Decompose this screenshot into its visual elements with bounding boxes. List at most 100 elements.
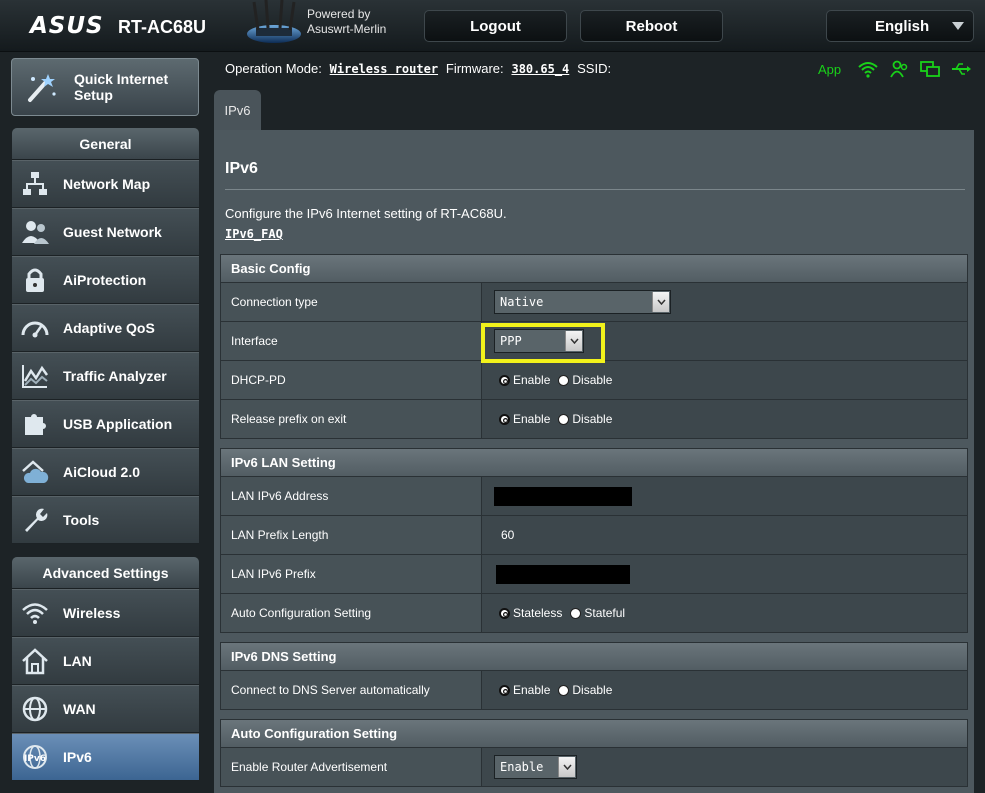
row-auto-configuration: Auto Configuration Setting Stateless Sta… (221, 593, 967, 632)
row-value (482, 477, 967, 515)
dns-auto-enable-radio[interactable]: Enable (499, 683, 550, 697)
radio-dot (558, 684, 570, 696)
connection-type-select[interactable]: Native (494, 290, 671, 314)
wifi-icon (22, 603, 48, 624)
select-value: Native (500, 295, 544, 309)
row-value: Enable (482, 748, 967, 786)
row-label: Interface (221, 322, 482, 360)
section-header: Basic Config (221, 255, 967, 282)
page-description: Configure the IPv6 Internet setting of R… (225, 206, 507, 221)
row-label: DHCP-PD (221, 361, 482, 399)
app-link[interactable]: App (818, 62, 841, 77)
radio-label: Enable (513, 373, 551, 387)
row-label: Enable Router Advertisement (221, 748, 482, 786)
section-auto-configuration-setting: Auto Configuration Setting Enable Router… (220, 719, 968, 787)
radio-dot (499, 413, 510, 425)
sidebar-item-label: USB Application (63, 416, 173, 432)
nav-header-general: General (12, 128, 199, 160)
wifi-status-icon[interactable] (858, 60, 878, 78)
row-label: LAN Prefix Length (221, 516, 482, 554)
sidebar-item-adaptive-qos[interactable]: Adaptive QoS (12, 304, 199, 352)
dhcp-pd-enable-radio[interactable]: Enable (499, 373, 550, 387)
row-value: Enable Disable (482, 400, 967, 438)
stateful-radio[interactable]: Stateful (570, 606, 625, 620)
sidebar-item-label: Traffic Analyzer (63, 368, 167, 384)
lock-icon (26, 268, 44, 292)
powered-by-line1: Powered by (307, 7, 371, 21)
chevron-down-icon (652, 292, 669, 312)
svg-text:IPv6: IPv6 (24, 754, 46, 764)
row-lan-prefix-length: LAN Prefix Length 60 (221, 515, 967, 554)
sidebar-item-usb-application[interactable]: USB Application (12, 400, 199, 448)
chevron-down-icon (952, 22, 964, 30)
tab-ipv6[interactable]: IPv6 (214, 90, 261, 130)
radio-dot (499, 684, 510, 696)
devices-status-icon[interactable] (920, 60, 941, 78)
model-name: RT-AC68U (118, 17, 207, 37)
sidebar-item-network-map[interactable]: Network Map (12, 160, 199, 208)
sidebar-item-ipv6[interactable]: IPv6 IPv6 (12, 733, 199, 781)
sidebar-item-tools[interactable]: Tools (12, 496, 199, 544)
sidebar-item-wireless[interactable]: Wireless (12, 589, 199, 637)
language-select[interactable]: English (826, 10, 974, 42)
cloud-home-icon (22, 460, 49, 483)
house-icon (22, 648, 48, 675)
row-value: 60 (482, 516, 967, 554)
sidebar-item-label: AiCloud 2.0 (63, 464, 141, 480)
router-advertisement-select[interactable]: Enable (494, 755, 577, 779)
select-value: Enable (500, 760, 544, 774)
row-lan-ipv6-address: LAN IPv6 Address (221, 476, 967, 515)
nav-group-general: General Network Map Guest Network AiProt… (12, 128, 199, 544)
radio-label: Enable (513, 683, 551, 697)
row-value: Native (482, 283, 967, 321)
dns-auto-disable-radio[interactable]: Disable (558, 683, 612, 697)
section-header: IPv6 DNS Setting (221, 643, 967, 670)
operation-mode-link[interactable]: Wireless router (330, 62, 438, 76)
dhcp-pd-disable-radio[interactable]: Disable (558, 373, 612, 387)
sidebar-item-label: AiProtection (63, 272, 147, 288)
row-release-prefix: Release prefix on exit Enable Disable (221, 399, 967, 438)
clients-status-icon[interactable] (889, 60, 909, 78)
radio-dot (570, 607, 582, 619)
lan-prefix-length-value: 60 (501, 528, 515, 542)
release-prefix-disable-radio[interactable]: Disable (558, 412, 612, 426)
sidebar-item-wan[interactable]: WAN (12, 685, 199, 733)
sidebar-item-guest-network[interactable]: Guest Network (12, 208, 199, 256)
row-router-advertisement: Enable Router Advertisement Enable (221, 747, 967, 786)
magic-wand-icon (28, 74, 56, 102)
sidebar-item-lan[interactable]: LAN (12, 637, 199, 685)
firmware-label: Firmware: (445, 61, 504, 76)
redacted-lan-ipv6-address (494, 486, 632, 506)
puzzle-icon (25, 414, 46, 435)
stateless-radio[interactable]: Stateless (499, 606, 562, 620)
reboot-button[interactable]: Reboot (580, 10, 723, 42)
network-map-icon (23, 172, 47, 195)
radio-label: Stateful (584, 606, 626, 620)
section-ipv6-dns-setting: IPv6 DNS Setting Connect to DNS Server a… (220, 642, 968, 710)
sidebar-item-label: LAN (63, 653, 92, 669)
release-prefix-enable-radio[interactable]: Enable (499, 412, 550, 426)
chevron-down-icon (558, 757, 575, 777)
ipv6-faq-link[interactable]: IPv6_FAQ (225, 227, 283, 241)
sidebar-item-aiprotection[interactable]: AiProtection (12, 256, 199, 304)
row-value (482, 555, 967, 593)
sidebar-item-aicloud[interactable]: AiCloud 2.0 (12, 448, 199, 496)
highlight-annotation (481, 323, 605, 363)
row-value: Enable Disable (482, 671, 967, 709)
guest-network-icon (22, 221, 49, 244)
radio-dot (558, 413, 570, 425)
status-bar: Operation Mode: Wireless router Firmware… (225, 61, 611, 77)
radio-label: Disable (572, 683, 613, 697)
firmware-link[interactable]: 380.65_4 (511, 62, 569, 76)
status-icons: App (818, 60, 982, 78)
sidebar-item-traffic-analyzer[interactable]: Traffic Analyzer (12, 352, 199, 400)
usb-status-icon[interactable] (951, 60, 972, 78)
radio-label: Enable (513, 412, 551, 426)
logout-button[interactable]: Logout (424, 10, 567, 42)
quick-internet-setup-button[interactable]: Quick Internet Setup (11, 58, 199, 116)
brand-logo: ASUS (30, 13, 104, 39)
nav-header-advanced: Advanced Settings (12, 557, 199, 589)
row-label: Auto Configuration Setting (221, 594, 482, 632)
radio-dot (499, 607, 510, 619)
globe-icon (22, 696, 48, 722)
